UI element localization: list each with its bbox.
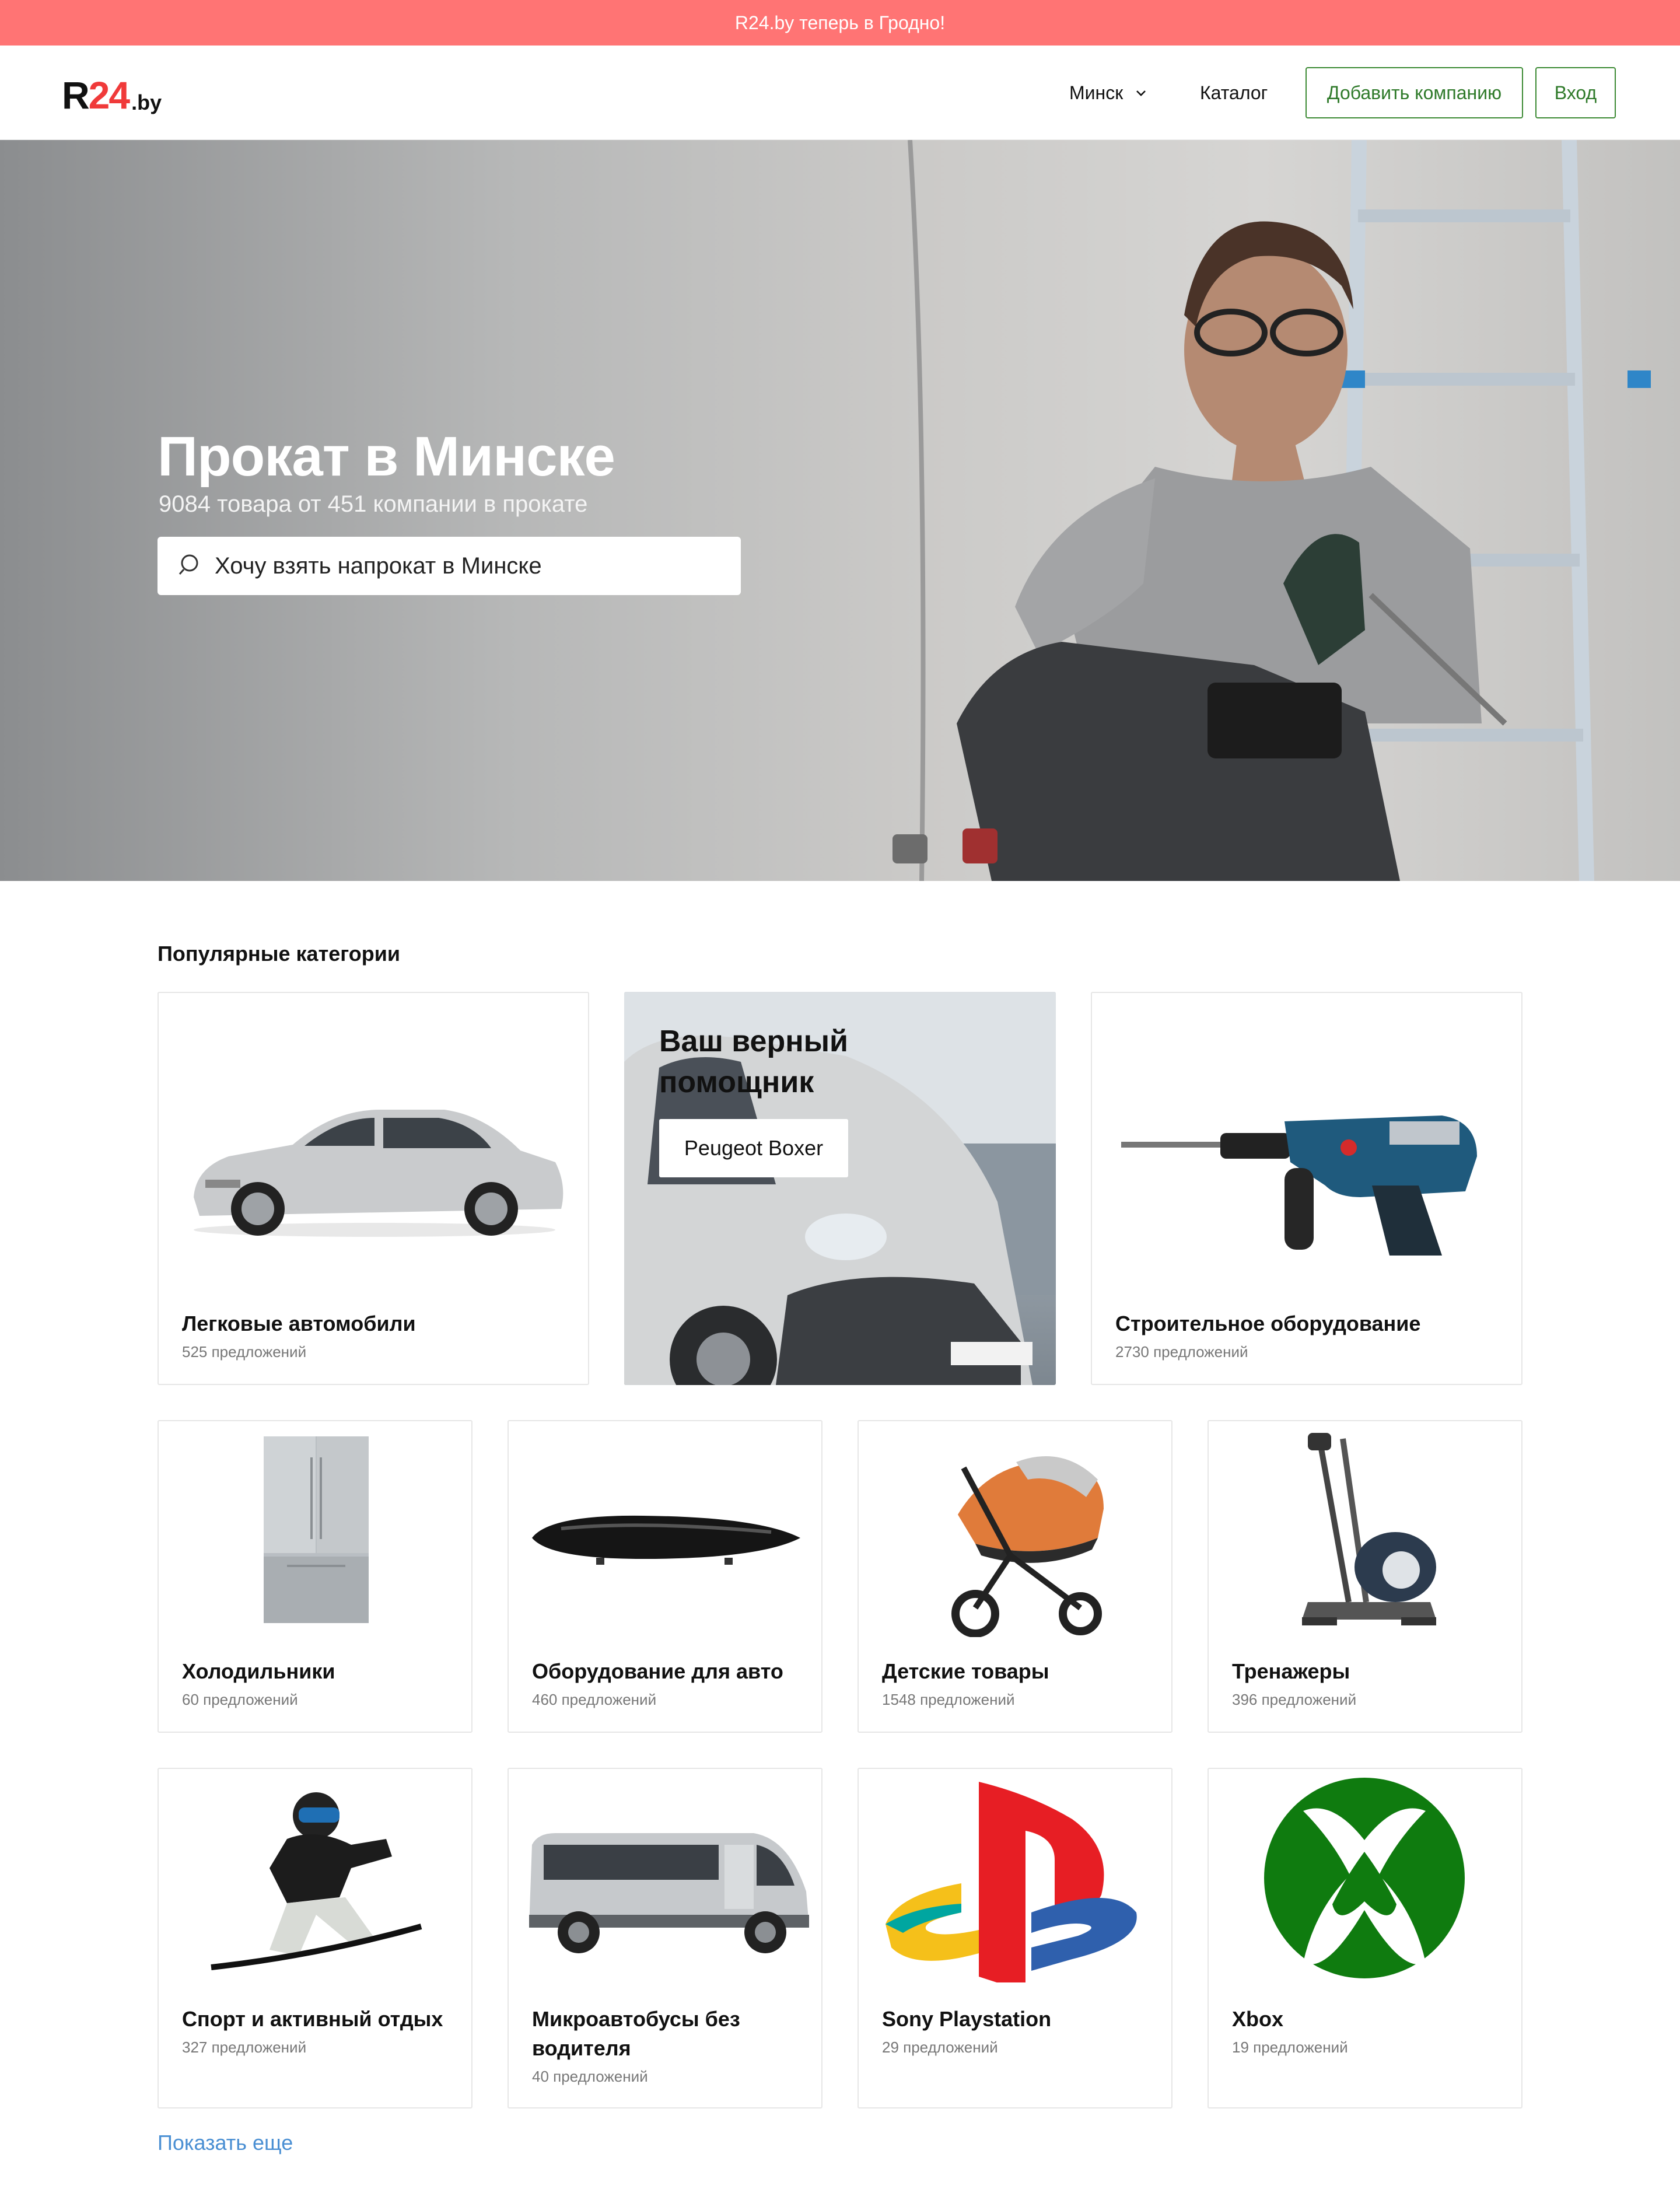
city-selector-label: Минск bbox=[1069, 82, 1124, 103]
category-card-xbox[interactable]: Xbox 19 предложений bbox=[1208, 1768, 1522, 2108]
promo-card-peugeot-boxer[interactable]: Ваш верный помощник Peugeot Boxer bbox=[624, 992, 1056, 1385]
stroller-image bbox=[951, 1456, 1104, 1637]
category-count: 19 предложений bbox=[1232, 2038, 1348, 2056]
search-placeholder: Хочу взять напрокат в Минске bbox=[215, 553, 542, 579]
category-card-auto-equipment[interactable]: Оборудование для авто 460 предложений bbox=[508, 1420, 822, 1733]
category-card-trainers[interactable]: Тренажеры 396 предложений bbox=[1208, 1420, 1522, 1733]
category-name: Sony Playstation bbox=[882, 2007, 1052, 2031]
category-name: Строительное оборудование bbox=[1115, 1312, 1421, 1335]
logo-letter: R bbox=[62, 74, 90, 117]
login-button[interactable]: Вход bbox=[1535, 67, 1616, 118]
category-name: Легковые автомобили bbox=[182, 1312, 416, 1335]
category-card-cars[interactable]: Легковые автомобили 525 предложений bbox=[158, 992, 589, 1385]
show-more-link[interactable]: Показать еще bbox=[158, 2131, 293, 2155]
category-card-sport[interactable]: Спорт и активный отдых 327 предложений bbox=[158, 1768, 473, 2108]
roof-box-image bbox=[532, 1515, 800, 1565]
category-card-kids[interactable]: Детские товары 1548 предложений bbox=[858, 1420, 1172, 1733]
category-count: 396 предложений bbox=[1232, 1691, 1357, 1708]
hero-title: Прокат в Минске bbox=[158, 425, 615, 488]
xbox-logo bbox=[1264, 1778, 1465, 1978]
search-icon bbox=[178, 552, 204, 581]
category-name: Оборудование для авто bbox=[532, 1659, 783, 1683]
chevron-down-icon bbox=[1136, 85, 1146, 100]
minibus-image bbox=[529, 1833, 809, 1953]
category-name: Холодильники bbox=[182, 1659, 335, 1683]
category-count: 60 предложений bbox=[182, 1691, 298, 1708]
login-button-label: Вход bbox=[1554, 82, 1597, 103]
promo-title: Ваш верный помощник bbox=[659, 1024, 849, 1099]
category-name: Микроавтобусы без водителя bbox=[532, 2007, 740, 2060]
logo-domain: .by bbox=[131, 90, 162, 114]
category-name: Детские товары bbox=[882, 1659, 1049, 1683]
category-count: 460 предложений bbox=[532, 1691, 657, 1708]
playstation-logo bbox=[886, 1782, 1137, 1982]
category-name: Спорт и активный отдых bbox=[182, 2007, 443, 2031]
add-company-button[interactable]: Добавить компанию bbox=[1306, 67, 1523, 118]
hero-search-input[interactable]: Хочу взять напрокат в Минске bbox=[158, 537, 741, 595]
category-count: 327 предложений bbox=[182, 2038, 307, 2056]
drill-image bbox=[1121, 1116, 1477, 1256]
top-announcement-banner[interactable]: R24.by теперь в Гродно! bbox=[0, 0, 1680, 46]
category-card-playstation[interactable]: Sony Playstation 29 предложений bbox=[858, 1768, 1172, 2108]
catalog-link-label: Каталог bbox=[1200, 82, 1268, 103]
hero-subtitle: 9084 товара от 451 компании в прокате bbox=[159, 491, 588, 517]
logo-number: 24 bbox=[88, 74, 130, 117]
add-company-button-label: Добавить компанию bbox=[1326, 82, 1502, 103]
category-name: Xbox bbox=[1232, 2007, 1284, 2031]
category-count: 40 предложений bbox=[532, 2068, 648, 2085]
catalog-link[interactable]: Каталог bbox=[1200, 78, 1268, 107]
site-header: R 24 .by Минск Каталог Добавить компанию… bbox=[0, 46, 1680, 140]
category-count: 29 предложений bbox=[882, 2038, 998, 2056]
category-count: 2730 предложений bbox=[1115, 1343, 1248, 1361]
car-image bbox=[194, 1110, 564, 1237]
city-selector[interactable]: Минск bbox=[1069, 78, 1146, 107]
category-card-fridges[interactable]: Холодильники 60 предложений bbox=[158, 1420, 473, 1733]
peugeot-boxer-button[interactable]: Peugeot Boxer bbox=[659, 1119, 848, 1177]
hero-banner: Прокат в Минске 9084 товара от 451 компа… bbox=[0, 140, 1680, 881]
category-card-construction[interactable]: Строительное оборудование 2730 предложен… bbox=[1091, 992, 1522, 1385]
site-logo[interactable]: R 24 .by bbox=[62, 68, 162, 114]
categories-heading: Популярные категории bbox=[158, 942, 400, 966]
banner-text: R24.by теперь в Гродно! bbox=[734, 12, 946, 33]
category-card-minibus[interactable]: Микроавтобусы без водителя 40 предложени… bbox=[508, 1768, 822, 2108]
category-count: 1548 предложений bbox=[882, 1691, 1015, 1708]
fridge-image bbox=[264, 1436, 369, 1623]
snowboarder-image bbox=[211, 1792, 422, 1970]
category-name: Тренажеры bbox=[1232, 1659, 1350, 1683]
category-count: 525 предложений bbox=[182, 1343, 307, 1361]
peugeot-boxer-button-label: Peugeot Boxer bbox=[684, 1136, 824, 1160]
elliptical-trainer-image bbox=[1302, 1433, 1436, 1625]
